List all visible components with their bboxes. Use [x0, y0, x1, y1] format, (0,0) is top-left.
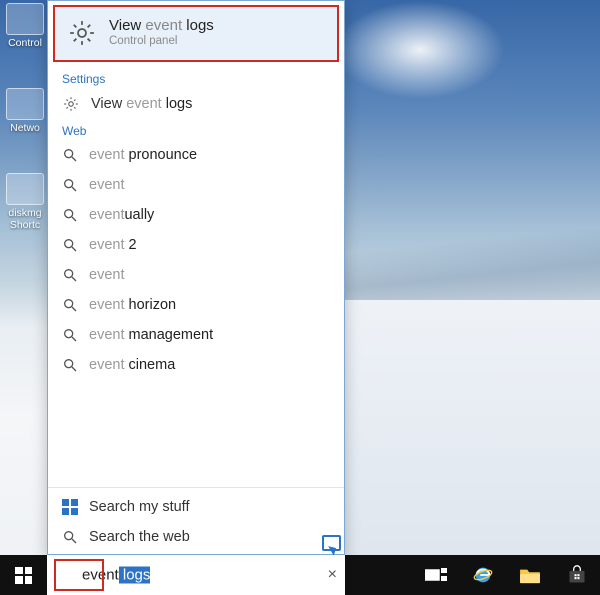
taskbar-search-input[interactable] — [47, 555, 345, 595]
feedback-icon[interactable] — [322, 535, 341, 551]
result-label-pre: View — [91, 96, 126, 112]
taskbar-ie-button[interactable] — [459, 555, 506, 595]
section-header-settings: Settings — [48, 68, 344, 88]
search-icon — [62, 529, 78, 545]
search-my-stuff[interactable]: Search my stuff — [48, 492, 344, 522]
task-view-icon — [425, 567, 447, 583]
best-match-title-dim: event — [145, 17, 182, 34]
section-header-web: Web — [48, 120, 344, 140]
start-button[interactable] — [0, 555, 47, 595]
best-match-text: View event logs Control panel — [109, 17, 214, 48]
result-label-dim: event — [89, 327, 124, 343]
taskbar: event logs × — [0, 555, 600, 595]
internet-explorer-icon — [472, 564, 494, 586]
search-icon — [62, 297, 78, 313]
taskbar-file-explorer-button[interactable] — [506, 555, 553, 595]
bottom-links: Search my stuff Search the web — [48, 487, 344, 554]
result-label-dim: event — [89, 207, 124, 223]
search-icon — [62, 147, 78, 163]
result-web-eventually[interactable]: eventually — [48, 200, 344, 230]
desktop-icon-control-panel[interactable]: Control — [3, 3, 47, 49]
result-web-event-horizon[interactable]: event horizon — [48, 290, 344, 320]
search-icon — [62, 177, 78, 193]
result-label-dim: event — [89, 357, 124, 373]
best-match-subtitle: Control panel — [109, 35, 214, 48]
desktop-icon-diskmgmt-shortcut[interactable]: diskmg Shortc — [3, 173, 47, 231]
search-icon — [62, 207, 78, 223]
result-label-post: management — [124, 327, 213, 343]
windows-icon — [62, 499, 78, 515]
result-web-event-cinema[interactable]: event cinema — [48, 350, 344, 380]
desktop-icon-label: Control — [3, 37, 47, 49]
search-the-web[interactable]: Search the web — [48, 522, 344, 552]
result-label-post: horizon — [124, 297, 176, 313]
windows-logo-icon — [15, 567, 32, 584]
clear-search-button[interactable]: × — [328, 566, 337, 584]
search-icon — [62, 237, 78, 253]
result-web-event-2[interactable]: event 2 — [48, 230, 344, 260]
best-match-result[interactable]: View event logs Control panel — [53, 5, 339, 62]
search-my-stuff-label: Search my stuff — [89, 499, 189, 515]
folder-icon — [519, 566, 541, 584]
result-web-event[interactable]: event — [48, 170, 344, 200]
result-label-post: 2 — [124, 237, 136, 253]
search-icon — [62, 327, 78, 343]
best-match-title-post: logs — [182, 17, 214, 34]
task-view-button[interactable] — [412, 555, 459, 595]
result-label-post: ually — [124, 207, 154, 223]
desktop-icon-network[interactable]: Netwo — [3, 88, 47, 134]
result-label-post: logs — [162, 96, 193, 112]
search-the-web-label: Search the web — [89, 529, 190, 545]
desktop-icon-label: Netwo — [3, 122, 47, 134]
result-label-dim: event — [89, 177, 124, 193]
result-web-event-blank[interactable]: event — [48, 260, 344, 290]
search-results-panel: View event logs Control panel Settings V… — [47, 0, 345, 555]
result-label-dim: event — [89, 237, 124, 253]
result-web-event-pronounce[interactable]: event pronounce — [48, 140, 344, 170]
result-label-dim: event — [89, 267, 124, 283]
result-web-event-management[interactable]: event management — [48, 320, 344, 350]
result-label-dim: event — [126, 96, 161, 112]
taskbar-store-button[interactable] — [553, 555, 600, 595]
result-label-post: cinema — [124, 357, 175, 373]
search-icon — [62, 357, 78, 373]
result-label-dim: event — [89, 297, 124, 313]
store-icon — [567, 565, 587, 585]
best-match-title-pre: View — [109, 17, 145, 34]
gear-icon — [67, 18, 97, 48]
desktop-icon-label: diskmg Shortc — [3, 207, 47, 231]
result-label-post: pronounce — [124, 147, 197, 163]
result-settings-view-event-logs[interactable]: View event logs — [48, 88, 344, 120]
taskbar-search-container: event logs × — [47, 555, 345, 595]
gear-icon — [62, 95, 80, 113]
result-label-dim: event — [89, 147, 124, 163]
search-icon — [62, 267, 78, 283]
